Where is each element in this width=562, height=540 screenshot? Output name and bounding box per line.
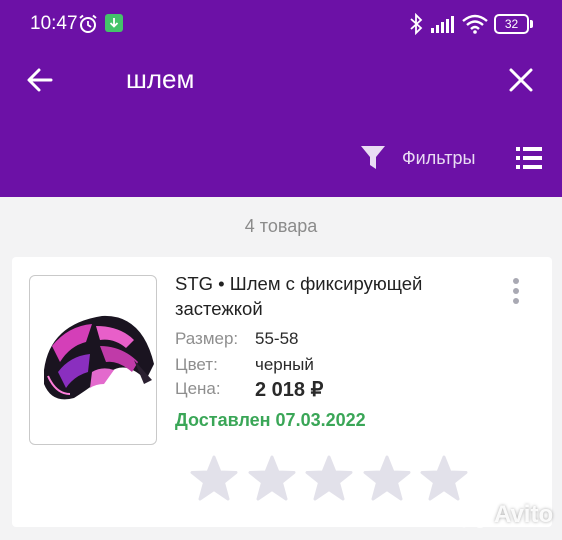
- product-card[interactable]: STG • Шлем с фиксирующей застежкой Разме…: [12, 257, 552, 527]
- search-query[interactable]: шлем: [126, 64, 194, 95]
- wifi-icon: [462, 14, 488, 34]
- app-header: 10:47 32 шлем Фильтры: [0, 0, 562, 197]
- filters-label: Фильтры: [402, 147, 476, 168]
- avito-watermark: Avito: [454, 499, 553, 531]
- watermark-text: Avito: [494, 501, 554, 528]
- star-icon[interactable]: [248, 455, 296, 501]
- product-title[interactable]: STG • Шлем с фиксирующей застежкой: [175, 271, 485, 321]
- star-icon[interactable]: [363, 455, 411, 501]
- price-label: Цена:: [175, 379, 221, 398]
- size-label: Размер:: [175, 329, 239, 348]
- back-arrow-icon[interactable]: [26, 66, 54, 94]
- more-vertical-icon[interactable]: [508, 277, 524, 307]
- battery-level: 32: [494, 14, 529, 34]
- size-value: 55-58: [255, 329, 299, 348]
- helmet-image: [44, 315, 154, 400]
- color-label: Цвет:: [175, 355, 218, 374]
- delivery-status: Доставлен 07.03.2022: [175, 410, 366, 430]
- star-icon[interactable]: [420, 455, 468, 501]
- product-image[interactable]: [29, 275, 157, 445]
- price-value: 2 018 ₽: [255, 379, 324, 401]
- filters-button[interactable]: Фильтры: [360, 142, 475, 174]
- status-time: 10:47: [30, 13, 78, 34]
- rating-stars[interactable]: [190, 455, 480, 503]
- results-count: 4 товара: [244, 216, 318, 236]
- star-icon[interactable]: [305, 455, 353, 501]
- battery-icon: 32: [494, 14, 534, 34]
- star-icon[interactable]: [190, 455, 238, 501]
- download-icon: [105, 14, 123, 32]
- alarm-icon: [79, 14, 97, 33]
- status-bar: 10:47 32: [0, 0, 562, 48]
- close-icon[interactable]: [508, 67, 534, 93]
- signal-icon: [431, 16, 454, 33]
- bluetooth-icon: [410, 13, 423, 35]
- avito-logo-icon: [457, 503, 486, 528]
- color-value: черный: [255, 355, 314, 374]
- list-view-icon[interactable]: [516, 147, 542, 169]
- filter-icon: [361, 146, 385, 169]
